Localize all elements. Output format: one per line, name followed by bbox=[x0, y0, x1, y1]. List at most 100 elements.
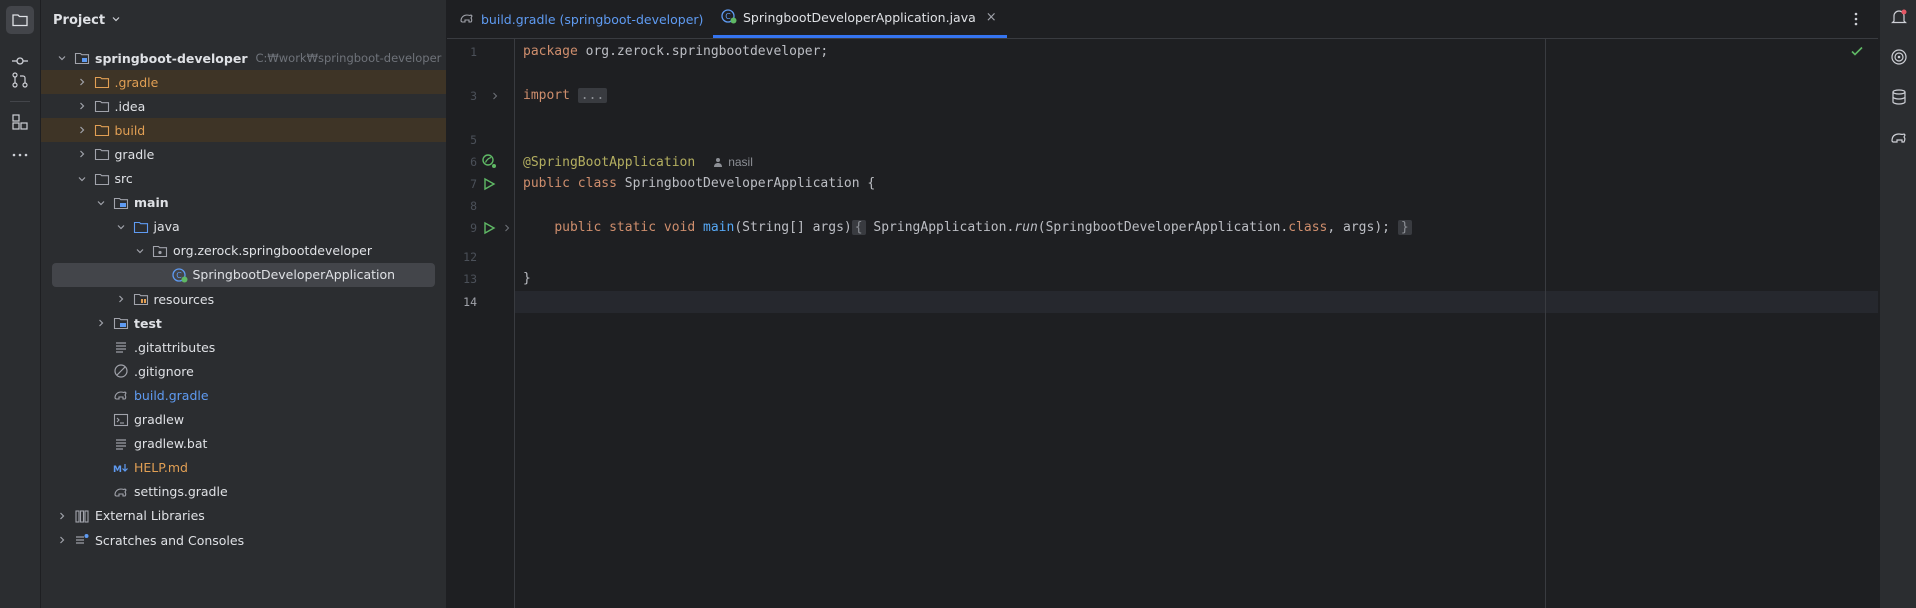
chevron-down-icon[interactable] bbox=[54, 50, 70, 66]
chevron-right-icon[interactable] bbox=[74, 98, 90, 114]
tree-item-label: .gradle bbox=[114, 74, 159, 90]
tree-item[interactable]: .gitignore bbox=[41, 359, 446, 383]
tree-item[interactable]: test bbox=[41, 311, 446, 335]
tree-item-label: gradlew bbox=[134, 412, 185, 427]
fold-open-brace[interactable]: { bbox=[851, 220, 866, 235]
tree-item[interactable]: build.gradle bbox=[41, 383, 446, 407]
source-folder-icon bbox=[113, 195, 129, 211]
editor-tabs-bar: build.gradle (springboot-developer) C Sp… bbox=[447, 0, 1878, 39]
checkmark-icon[interactable] bbox=[1850, 44, 1866, 60]
author-inlay[interactable]: nasil bbox=[713, 155, 753, 169]
tree-item[interactable]: .idea bbox=[41, 94, 446, 118]
chevron-down-icon[interactable] bbox=[113, 219, 129, 235]
chevron-down-icon[interactable] bbox=[132, 243, 148, 259]
tree-item-label: HELP.md bbox=[134, 460, 188, 476]
gradle-elephant-icon bbox=[113, 387, 129, 403]
gradle-elephant-icon[interactable] bbox=[1888, 126, 1910, 148]
editor-area: build.gradle (springboot-developer) C Sp… bbox=[447, 0, 1878, 608]
notifications-icon[interactable] bbox=[1888, 6, 1910, 28]
tree-item-label: test bbox=[134, 315, 162, 331]
project-panel-header[interactable]: Project bbox=[41, 0, 446, 40]
text-file-icon bbox=[113, 436, 129, 452]
code-line-1: package org.zerock.springbootdeveloper; bbox=[523, 44, 829, 59]
tree-item[interactable]: settings.gradle bbox=[41, 480, 446, 504]
tree-item[interactable]: gradlew.bat bbox=[41, 432, 446, 456]
tree-caret-spacer bbox=[93, 412, 109, 428]
markdown-icon: M bbox=[113, 460, 129, 476]
tree-caret-spacer bbox=[93, 436, 109, 452]
user-icon bbox=[714, 158, 723, 167]
tree-item[interactable]: main bbox=[41, 191, 446, 215]
resources-folder-icon bbox=[133, 291, 149, 307]
code-line-9: public static void main(String[] args){ … bbox=[523, 217, 1412, 239]
chevron-right-icon[interactable] bbox=[54, 532, 70, 548]
pull-requests-icon[interactable] bbox=[6, 66, 34, 94]
tree-item-label: org.zerock.springbootdeveloper bbox=[173, 243, 372, 259]
tree-item[interactable]: .gradle bbox=[41, 70, 446, 95]
chevron-down-icon[interactable] bbox=[74, 171, 90, 187]
tree-item[interactable]: build bbox=[41, 118, 446, 143]
tab-build-gradle[interactable]: build.gradle (springboot-developer) bbox=[459, 0, 703, 38]
folder-orange-icon bbox=[94, 122, 110, 138]
tree-item[interactable]: org.zerock.springbootdeveloper bbox=[41, 239, 446, 263]
project-tool-window: Project springboot-developer C:₩work₩spri… bbox=[41, 0, 447, 608]
ignore-file-icon bbox=[113, 363, 129, 379]
line-number-current: 14 bbox=[463, 295, 477, 309]
tree-item-label: src bbox=[114, 171, 133, 186]
project-panel-title[interactable]: Project bbox=[53, 13, 105, 28]
database-icon[interactable] bbox=[1888, 86, 1910, 108]
tree-item[interactable]: gradlew bbox=[41, 408, 446, 432]
folder-icon bbox=[94, 171, 110, 187]
spring-bean-icon[interactable] bbox=[481, 153, 497, 169]
chevron-right-icon[interactable] bbox=[74, 122, 90, 138]
fold-chevron-right-icon[interactable] bbox=[487, 88, 503, 104]
tree-item-label: springboot-developer bbox=[95, 50, 248, 66]
tree-item[interactable]: java bbox=[41, 215, 446, 239]
tree-item[interactable]: resources bbox=[41, 287, 446, 311]
source-folder-icon bbox=[113, 315, 129, 331]
ai-assistant-icon[interactable] bbox=[1888, 46, 1910, 68]
code-line-3: import ... bbox=[523, 85, 608, 107]
fold-close-brace[interactable]: } bbox=[1397, 220, 1412, 235]
more-vertical-icon[interactable] bbox=[1846, 9, 1866, 29]
tree-item[interactable]: .gitattributes bbox=[41, 335, 446, 359]
project-folder-icon[interactable] bbox=[6, 6, 34, 34]
line-number: 13 bbox=[463, 272, 477, 286]
folded-imports[interactable]: ... bbox=[577, 88, 608, 103]
package-icon bbox=[152, 243, 168, 259]
tab-springboot-developer-application[interactable]: C SpringbootDeveloperApplication.java × bbox=[713, 0, 1007, 38]
current-line-highlight bbox=[515, 291, 1878, 313]
chevron-right-icon[interactable] bbox=[74, 74, 90, 90]
text-file-icon bbox=[113, 339, 129, 355]
svg-text:C: C bbox=[725, 12, 731, 21]
tree-item-label: resources bbox=[153, 291, 215, 307]
chevron-down-icon[interactable] bbox=[93, 195, 109, 211]
scratches-icon bbox=[74, 532, 90, 548]
editor-gutter: 1 3 5 6 7 8 9 12 13 14 bbox=[447, 38, 515, 608]
chevron-down-icon[interactable] bbox=[111, 13, 121, 28]
tree-item[interactable]: gradle bbox=[41, 142, 446, 166]
tree-item[interactable]: External Libraries bbox=[41, 504, 446, 528]
code-editor[interactable]: package org.zerock.springbootdeveloper; … bbox=[515, 38, 1878, 608]
chevron-right-icon[interactable] bbox=[54, 508, 70, 524]
tree-caret-spacer bbox=[93, 387, 109, 403]
tree-item-label: Scratches and Consoles bbox=[95, 532, 245, 548]
tree-item[interactable]: Scratches and Consoles bbox=[41, 528, 446, 552]
chevron-right-icon[interactable] bbox=[93, 315, 109, 331]
tree-item-label: .idea bbox=[114, 98, 146, 114]
tree-item[interactable]: C SpringbootDeveloperApplication bbox=[41, 262, 446, 287]
close-icon[interactable]: × bbox=[986, 10, 997, 25]
more-icon[interactable] bbox=[6, 141, 34, 169]
tree-item[interactable]: src bbox=[41, 167, 446, 191]
chevron-right-icon[interactable] bbox=[113, 291, 129, 307]
chevron-right-icon[interactable] bbox=[74, 146, 90, 162]
run-icon[interactable] bbox=[481, 220, 497, 236]
left-tool-strip bbox=[0, 0, 41, 608]
run-icon[interactable] bbox=[481, 176, 497, 192]
structure-icon[interactable] bbox=[6, 108, 34, 136]
tree-item[interactable]: springboot-developer C:₩work₩springboot-d… bbox=[41, 46, 446, 70]
tree-item[interactable]: M HELP.md bbox=[41, 456, 446, 480]
line-number: 12 bbox=[463, 250, 477, 264]
tree-item-label: main bbox=[134, 195, 169, 211]
fold-chevron-right-icon[interactable] bbox=[499, 220, 515, 236]
